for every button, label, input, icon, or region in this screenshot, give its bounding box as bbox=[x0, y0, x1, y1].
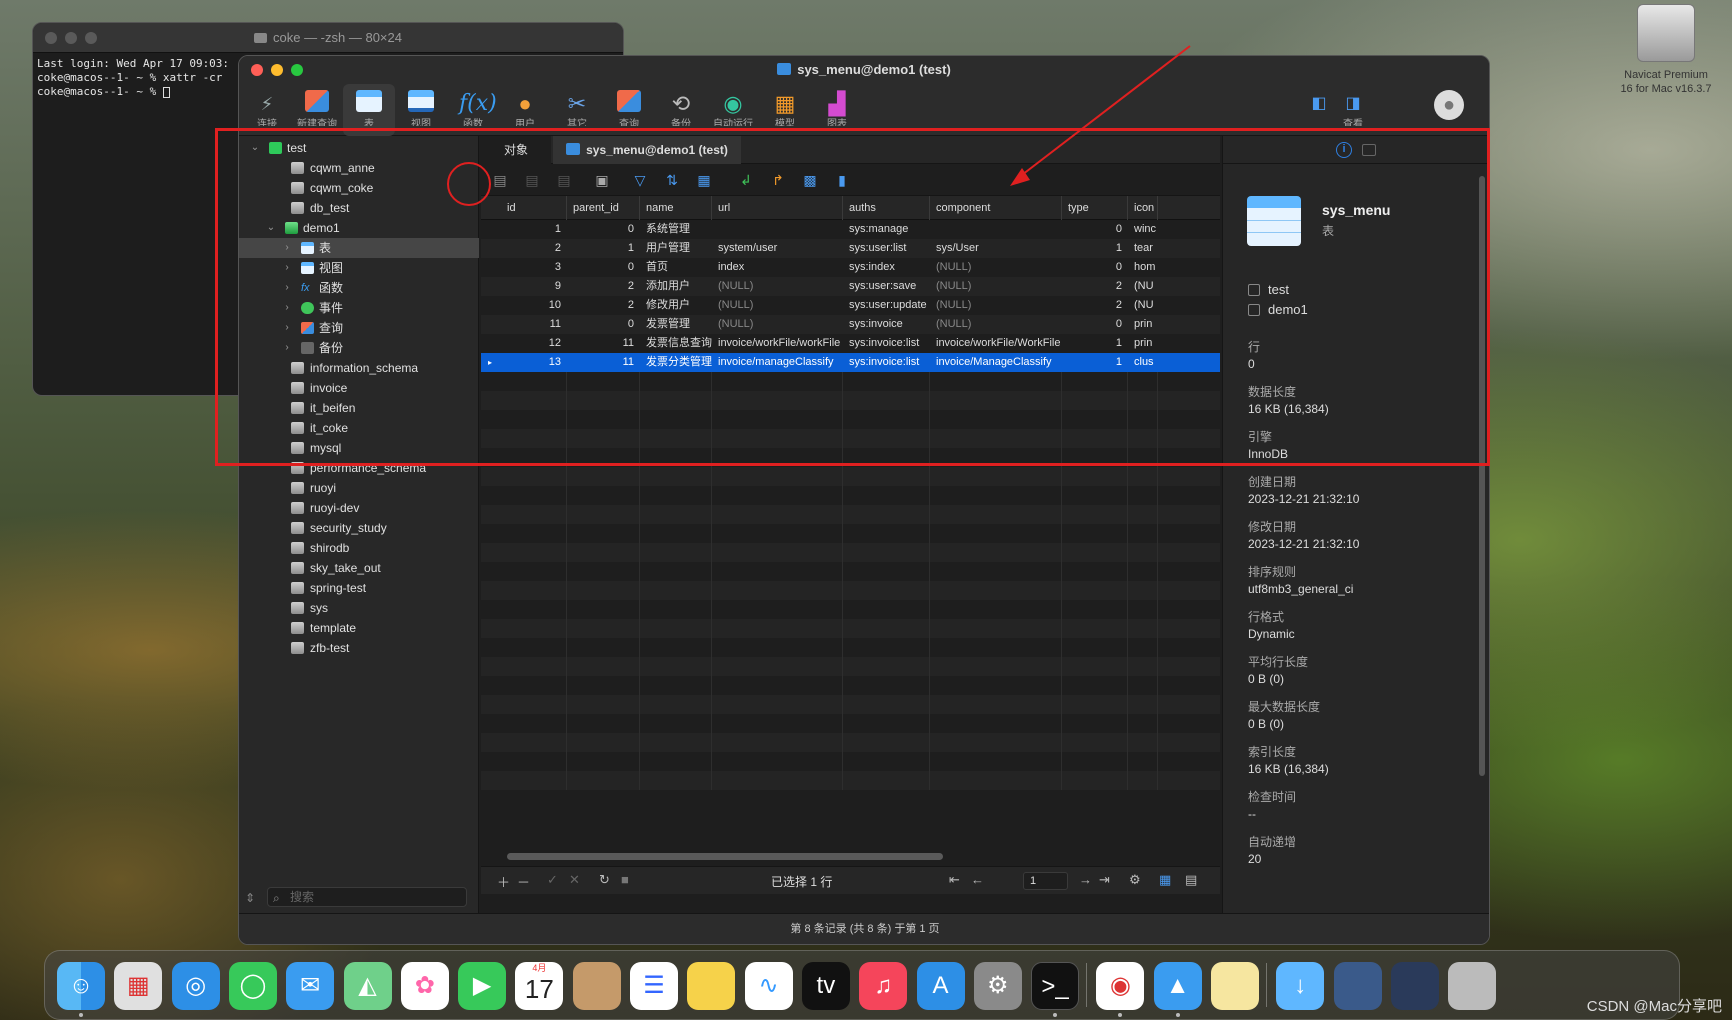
navicat-icon[interactable]: ▲ bbox=[1153, 962, 1202, 1010]
trash-icon[interactable] bbox=[1448, 962, 1497, 1010]
photos-icon[interactable]: ✿ bbox=[400, 962, 449, 1010]
watermark: CSDN @Mac分享吧 bbox=[1586, 998, 1722, 1015]
safari-icon[interactable]: ◎ bbox=[171, 962, 220, 1010]
downloads-folder-icon[interactable]: ↓ bbox=[1276, 962, 1325, 1010]
facetime-icon[interactable]: ▶ bbox=[458, 962, 507, 1010]
mail-icon[interactable]: ✉ bbox=[286, 962, 335, 1010]
messages-icon[interactable]: ◯ bbox=[228, 962, 277, 1010]
dock-separator bbox=[1266, 963, 1268, 1007]
launchpad-icon[interactable]: ▦ bbox=[114, 962, 163, 1010]
apple-tv-icon[interactable]: tv bbox=[801, 962, 850, 1010]
screenshot-icon[interactable] bbox=[1333, 962, 1382, 1010]
maps-icon[interactable]: ◭ bbox=[343, 962, 392, 1010]
terminal-icon[interactable]: >_ bbox=[1031, 962, 1080, 1010]
system-settings-icon[interactable]: ⚙ bbox=[973, 962, 1022, 1010]
calendar-icon[interactable]: 4月 17 bbox=[515, 962, 564, 1010]
running-indicator bbox=[1175, 1013, 1180, 1017]
dock: ☺ ▦ ◎ ◯ ✉ ◭ ✿ ▶ 4月 17 ☰ ∿ tv ♫ A ⚙ >_ ◉ ▲ ↓ bbox=[44, 950, 1680, 1020]
screenshot-icon-2[interactable] bbox=[1390, 962, 1439, 1010]
chrome-icon[interactable]: ◉ bbox=[1096, 962, 1145, 1010]
calendar-month: 4月 bbox=[532, 963, 547, 973]
freeform-icon[interactable]: ∿ bbox=[744, 962, 793, 1010]
reminders-icon[interactable]: ☰ bbox=[630, 962, 678, 1010]
app-store-icon[interactable]: A bbox=[916, 962, 965, 1010]
running-indicator bbox=[1053, 1013, 1058, 1017]
notes-icon[interactable] bbox=[687, 962, 736, 1010]
contacts-icon[interactable] bbox=[572, 962, 621, 1010]
dock-separator bbox=[1086, 963, 1088, 1007]
calendar-day: 17 bbox=[524, 974, 554, 1004]
red-arrow-annotation bbox=[1010, 45, 1191, 186]
running-indicator bbox=[1118, 1013, 1123, 1017]
navicat-data-modeler-icon[interactable] bbox=[1211, 962, 1259, 1010]
finder-icon[interactable]: ☺ bbox=[57, 962, 105, 1010]
music-icon[interactable]: ♫ bbox=[859, 962, 908, 1010]
running-indicator bbox=[79, 1013, 83, 1017]
